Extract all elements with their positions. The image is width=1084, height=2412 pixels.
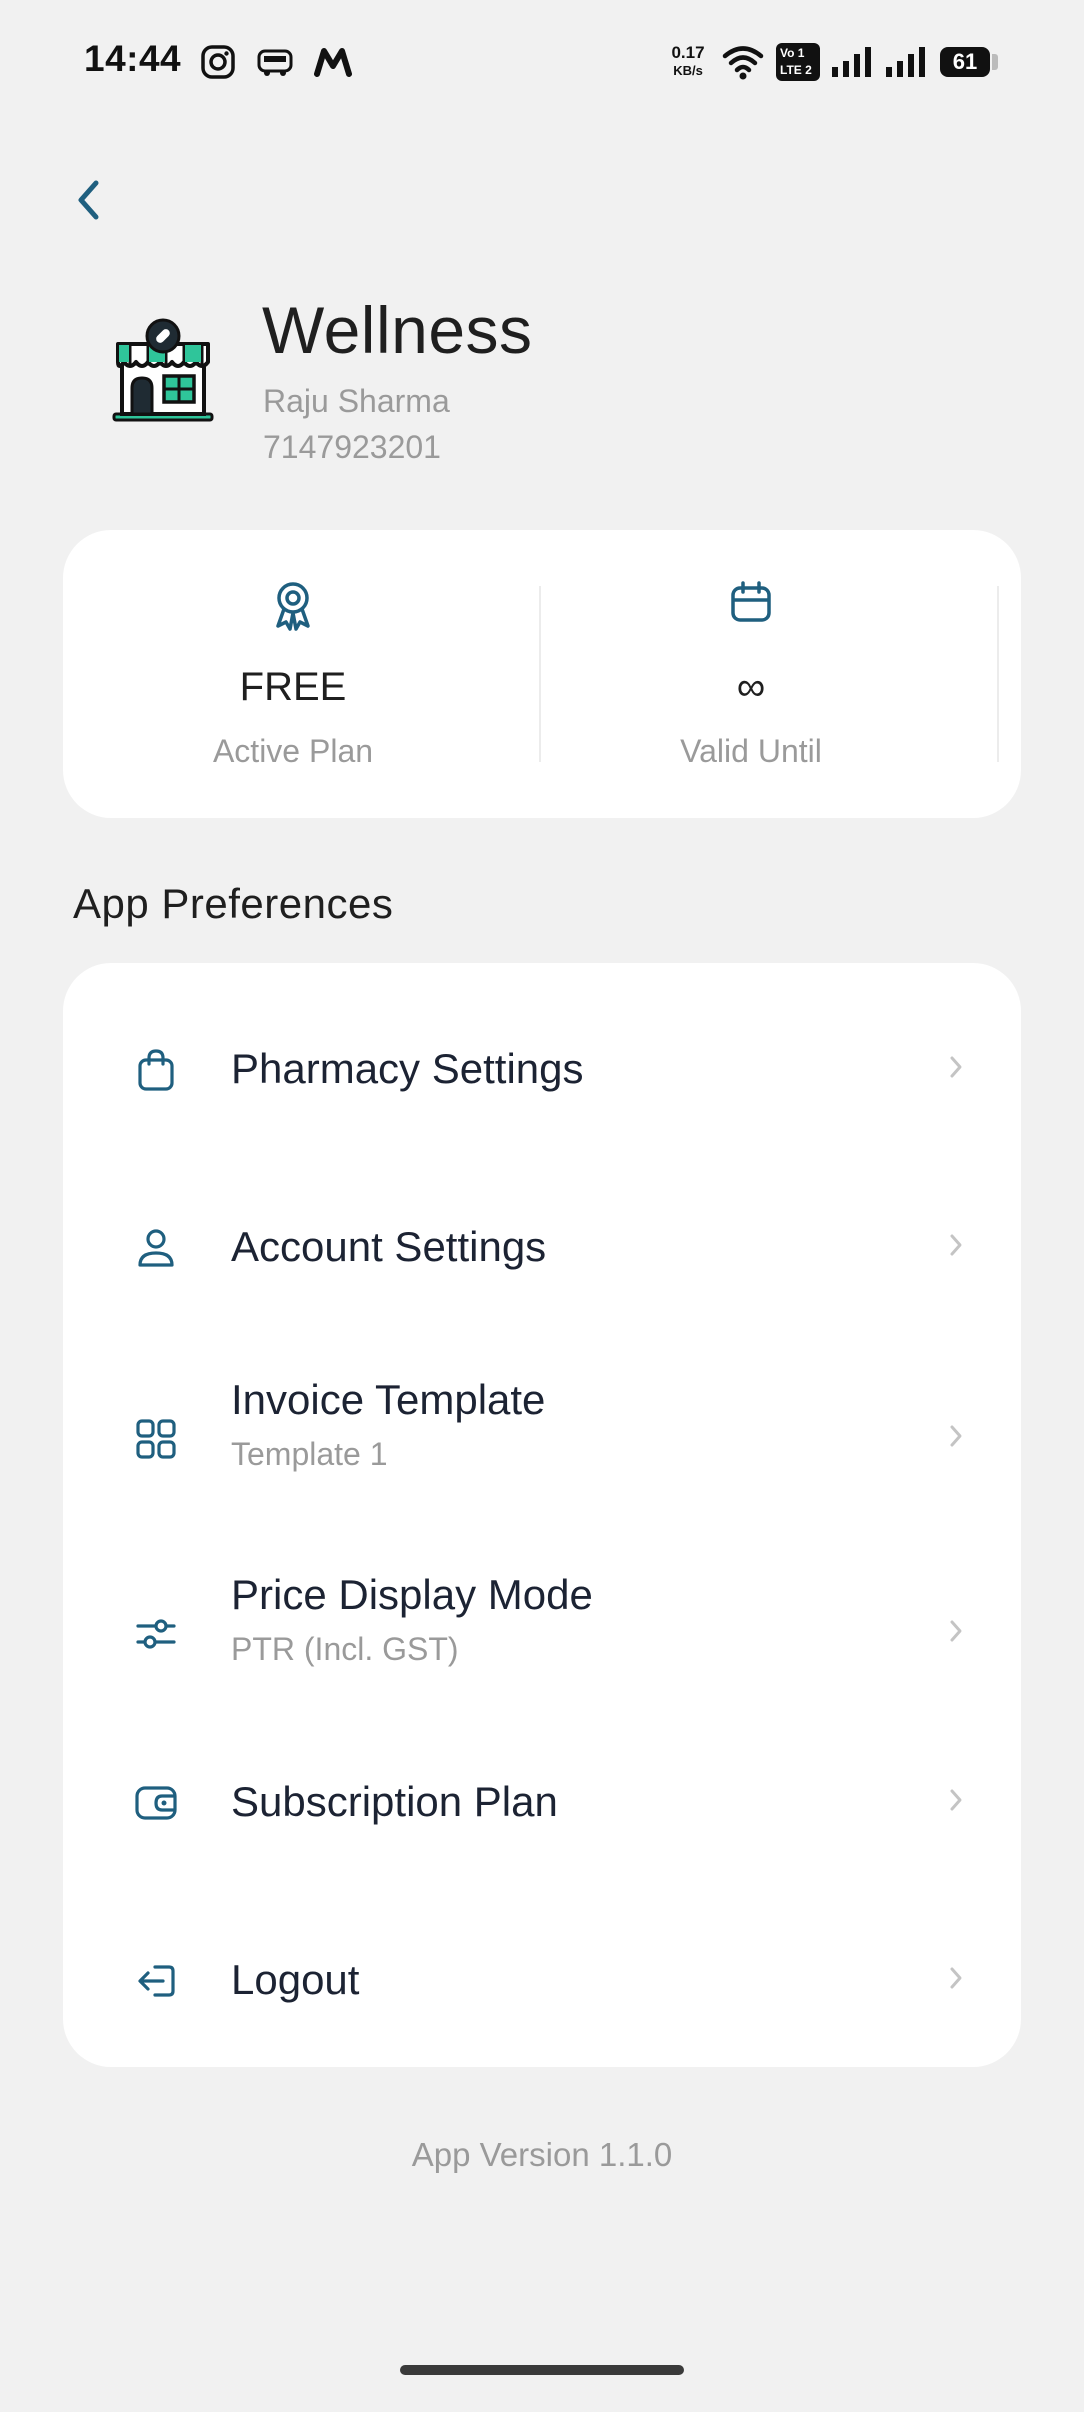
menu-item-title: Invoice Template <box>231 1376 546 1423</box>
sliders-icon <box>131 1609 181 1659</box>
menu-item-title: Account Settings <box>231 1223 547 1270</box>
menu-item-subtitle: Template 1 <box>231 1436 388 1472</box>
signal-icon-sim2 <box>884 45 928 84</box>
pharmacy-store-logo <box>110 318 216 428</box>
active-plan-value: FREE <box>239 665 347 709</box>
volte-top-text: Vo 1 <box>780 46 805 60</box>
signal-icon-sim1 <box>830 45 874 84</box>
myntra-icon <box>314 44 352 85</box>
menu-item-title: Pharmacy Settings <box>231 1045 584 1092</box>
battery-level: 61 <box>940 47 990 77</box>
status-time: 14:44 <box>84 38 182 79</box>
wallet-icon <box>131 1778 181 1828</box>
chevron-left-icon <box>74 178 104 227</box>
shop-name: Wellness <box>262 293 533 367</box>
chevron-right-icon <box>941 1230 971 1260</box>
menu-item-title: Subscription Plan <box>231 1778 558 1825</box>
instagram-icon <box>200 44 236 85</box>
award-icon <box>271 580 315 637</box>
valid-until-value: ∞ <box>736 665 766 709</box>
volte-bottom-text: LTE 2 <box>780 63 812 77</box>
valid-until-section: ∞ Valid Until <box>521 530 981 818</box>
menu-item-subscription-plan[interactable]: Subscription Plan <box>63 1738 1021 1888</box>
owner-phone: 7147923201 <box>263 429 441 465</box>
menu-item-title: Price Display Mode <box>231 1571 593 1618</box>
volte-badge: Vo 1 LTE 2 <box>776 43 820 81</box>
menu-item-subtitle: PTR (Incl. GST) <box>231 1631 459 1667</box>
plan-divider-right <box>997 586 999 762</box>
app-preferences-heading: App Preferences <box>73 880 394 927</box>
grid-icon <box>131 1414 181 1464</box>
user-icon <box>131 1223 181 1273</box>
active-plan-section: FREE Active Plan <box>63 530 523 818</box>
logout-icon <box>131 1956 181 2006</box>
chevron-right-icon <box>941 1616 971 1646</box>
chevron-right-icon <box>941 1963 971 1993</box>
menu-item-title: Logout <box>231 1956 360 2003</box>
network-speed: 0.17 KB/s <box>664 44 712 80</box>
owner-name: Raju Sharma <box>263 383 450 419</box>
chevron-right-icon <box>941 1785 971 1815</box>
preferences-menu: Pharmacy Settings Account Settings Invoi… <box>63 963 1021 2067</box>
menu-item-invoice-template[interactable]: Invoice Template Template 1 <box>63 1348 1021 1518</box>
redbus-icon <box>256 44 294 85</box>
menu-item-price-display-mode[interactable]: Price Display Mode PTR (Incl. GST) <box>63 1543 1021 1713</box>
shopping-bag-icon <box>131 1045 181 1095</box>
status-bar: 14:44 0.17 KB/s Vo 1 LTE 2 61 <box>0 0 1084 125</box>
menu-item-logout[interactable]: Logout <box>63 1913 1021 2063</box>
wifi-icon <box>722 44 764 85</box>
chevron-right-icon <box>941 1421 971 1451</box>
chevron-right-icon <box>941 1052 971 1082</box>
back-button[interactable] <box>62 172 116 232</box>
home-indicator[interactable] <box>400 2365 684 2375</box>
valid-until-label: Valid Until <box>680 733 822 769</box>
menu-item-account-settings[interactable]: Account Settings <box>63 1173 1021 1323</box>
network-speed-value: 0.17 <box>671 43 705 62</box>
battery-icon: 61 <box>940 47 998 77</box>
network-speed-unit: KB/s <box>673 63 703 78</box>
menu-item-pharmacy-settings[interactable]: Pharmacy Settings <box>63 993 1021 1143</box>
plan-summary-card: FREE Active Plan ∞ Valid Until <box>63 530 1021 818</box>
active-plan-label: Active Plan <box>212 733 374 769</box>
app-version: App Version 1.1.0 <box>411 2136 673 2173</box>
calendar-icon <box>729 580 773 629</box>
